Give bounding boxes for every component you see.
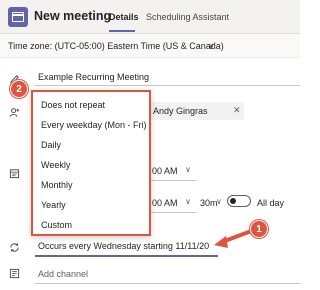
annotation-arrow [214,228,256,248]
annotation-badge-1: 1 [250,220,268,238]
annotation-badge-2: 2 [10,80,28,98]
